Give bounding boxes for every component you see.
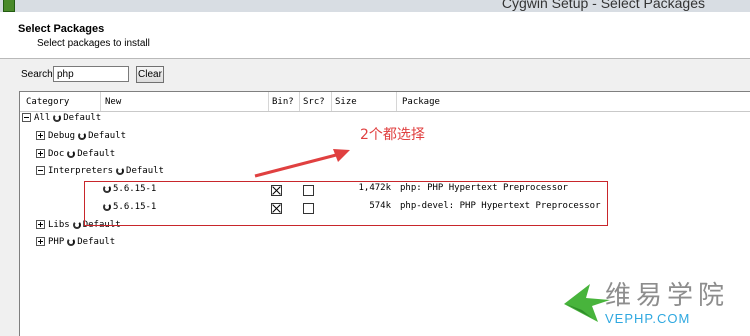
column-category[interactable]: Category xyxy=(26,97,69,107)
column-divider[interactable] xyxy=(268,92,269,111)
clear-button[interactable]: Clear xyxy=(136,66,164,83)
cycle-icon[interactable] xyxy=(72,220,81,229)
package-row[interactable]: 5.6.15-1 xyxy=(100,182,156,196)
src-checkbox[interactable] xyxy=(303,203,314,214)
tree-node-interpreters[interactable]: Interpreters Default xyxy=(36,164,164,178)
column-new[interactable]: New xyxy=(105,97,121,107)
cygwin-app-icon xyxy=(3,0,15,12)
column-divider[interactable] xyxy=(100,92,101,111)
bin-checkbox[interactable] xyxy=(271,185,282,196)
tree-node-debug[interactable]: Debug Default xyxy=(36,129,126,143)
expand-icon[interactable] xyxy=(36,237,45,246)
cycle-icon[interactable] xyxy=(103,184,111,193)
src-checkbox[interactable] xyxy=(303,185,314,196)
page-header: Select Packages Select packages to insta… xyxy=(0,12,750,59)
search-label: Search xyxy=(21,69,53,80)
tree-node-php[interactable]: PHP Default xyxy=(36,235,115,249)
watermark-chinese: 维易学院 xyxy=(605,281,730,311)
tree-node-doc[interactable]: Doc Default xyxy=(36,147,115,161)
package-size: 574k xyxy=(369,201,391,211)
bin-checkbox[interactable] xyxy=(271,203,282,214)
column-size[interactable]: Size xyxy=(335,97,357,107)
package-version: 5.6.15-1 xyxy=(113,184,157,194)
window-title: Cygwin Setup - Select Packages xyxy=(501,0,705,11)
annotation-arrow-icon xyxy=(254,149,350,178)
tree-action: Default xyxy=(126,166,164,176)
column-src[interactable]: Src? xyxy=(303,97,325,107)
column-divider[interactable] xyxy=(331,92,332,111)
collapse-icon[interactable] xyxy=(22,113,31,122)
page-title: Select Packages xyxy=(18,23,105,35)
cycle-icon[interactable] xyxy=(67,237,76,246)
tree-label: PHP xyxy=(48,237,65,247)
expand-icon[interactable] xyxy=(36,131,45,140)
tree-label: Libs xyxy=(48,220,70,230)
cycle-icon[interactable] xyxy=(103,202,111,211)
watermark-english: VEPHP.COM xyxy=(605,311,691,326)
tree-action: Default xyxy=(63,113,102,123)
tree-label: Doc xyxy=(48,149,65,159)
cycle-icon[interactable] xyxy=(78,131,87,140)
cycle-icon[interactable] xyxy=(116,166,125,175)
cycle-icon[interactable] xyxy=(67,149,76,158)
column-package[interactable]: Package xyxy=(402,97,440,107)
column-divider[interactable] xyxy=(396,92,397,111)
tree-label: Interpreters xyxy=(48,166,114,176)
column-bin[interactable]: Bin? xyxy=(272,97,294,107)
annotation-note: 2个都选择 xyxy=(360,127,425,143)
package-name: php-devel: PHP Hypertext Preprocessor xyxy=(400,201,601,211)
search-input[interactable] xyxy=(53,66,129,82)
expand-icon[interactable] xyxy=(36,149,45,158)
page-subtitle: Select packages to install xyxy=(37,38,150,49)
tree-action: Default xyxy=(88,131,127,141)
collapse-icon[interactable] xyxy=(36,166,45,175)
tree-node-all[interactable]: All Default xyxy=(22,111,101,125)
expand-icon[interactable] xyxy=(36,220,45,229)
package-name: php: PHP Hypertext Preprocessor xyxy=(400,183,568,193)
package-size: 1,472k xyxy=(358,183,391,193)
tree-action: Default xyxy=(82,220,121,230)
column-divider[interactable] xyxy=(299,92,300,111)
title-bar: Cygwin Setup - Select Packages xyxy=(0,0,750,12)
tree-action: Default xyxy=(77,149,116,159)
column-header-row: Category New Bin? Src? Size Package xyxy=(20,92,750,112)
tree-label: Debug xyxy=(48,131,76,141)
package-row[interactable]: 5.6.15-1 xyxy=(100,200,156,214)
tree-label: All xyxy=(34,113,51,123)
package-version: 5.6.15-1 xyxy=(113,202,157,212)
cycle-icon[interactable] xyxy=(53,113,62,122)
tree-action: Default xyxy=(77,237,116,247)
tree-node-libs[interactable]: Libs Default xyxy=(36,218,121,232)
